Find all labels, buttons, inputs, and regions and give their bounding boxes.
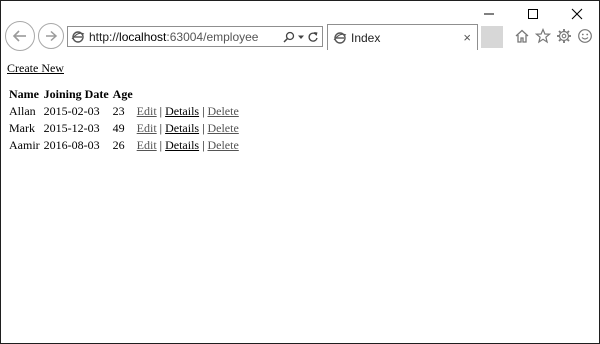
- smiley-icon: [577, 28, 592, 43]
- close-icon: [571, 8, 583, 20]
- maximize-icon: [528, 9, 538, 19]
- browser-chrome: http://localhost:63004/employee Index ×: [1, 1, 599, 53]
- back-arrow-icon: [12, 30, 26, 42]
- refresh-button[interactable]: [307, 31, 319, 43]
- url-path: :63004/employee: [166, 29, 259, 44]
- maximize-button[interactable]: [511, 1, 555, 27]
- details-link[interactable]: Details: [165, 104, 199, 118]
- page-content: Create New Name Joining Date Age Allan 2…: [1, 53, 599, 343]
- forward-arrow-icon: [46, 30, 58, 42]
- ie-page-icon: [71, 30, 85, 43]
- address-url[interactable]: http://localhost:63004/employee: [89, 30, 258, 44]
- table-row: Aamir 2016-08-03 26 Edit | Details | Del…: [7, 137, 241, 154]
- minimize-icon: [484, 13, 494, 15]
- search-button[interactable]: [283, 31, 295, 43]
- tab-close-button[interactable]: ×: [463, 31, 471, 44]
- link-separator: |: [159, 121, 163, 135]
- chevron-down-icon: [298, 35, 304, 39]
- column-header-age: Age: [112, 87, 133, 101]
- browser-toolbar: [513, 27, 593, 44]
- close-window-button[interactable]: [555, 1, 599, 27]
- cell-age: 23: [112, 104, 125, 118]
- cell-name: Mark: [9, 121, 35, 135]
- column-header-name: Name: [9, 87, 39, 101]
- cell-actions: Edit | Details | Delete: [135, 103, 241, 120]
- feedback-button[interactable]: [576, 27, 593, 44]
- table-header-row: Name Joining Date Age: [7, 86, 241, 103]
- column-header-actions: [135, 86, 241, 103]
- employee-table: Name Joining Date Age Allan 2015-02-03 2…: [7, 86, 241, 154]
- link-separator: |: [159, 104, 163, 118]
- settings-button[interactable]: [555, 27, 572, 44]
- delete-link[interactable]: Delete: [207, 104, 238, 118]
- table-row: Allan 2015-02-03 23 Edit | Details | Del…: [7, 103, 241, 120]
- edit-link[interactable]: Edit: [137, 121, 157, 135]
- star-icon: [534, 27, 551, 43]
- cell-actions: Edit | Details | Delete: [135, 120, 241, 137]
- cell-age: 26: [112, 138, 125, 152]
- tab-index[interactable]: Index ×: [327, 24, 478, 50]
- address-actions: [283, 31, 322, 43]
- delete-link[interactable]: Delete: [207, 138, 238, 152]
- search-icon: [283, 31, 295, 43]
- cell-actions: Edit | Details | Delete: [135, 137, 241, 154]
- back-button[interactable]: [5, 21, 35, 51]
- create-new-link[interactable]: Create New: [7, 61, 64, 76]
- home-icon: [515, 29, 528, 43]
- cell-name: Allan: [9, 104, 36, 118]
- details-link[interactable]: Details: [165, 121, 199, 135]
- details-link[interactable]: Details: [165, 138, 199, 152]
- delete-link[interactable]: Delete: [207, 121, 238, 135]
- gear-icon: [556, 28, 571, 43]
- link-separator: |: [202, 121, 205, 135]
- url-host: localhost: [119, 29, 167, 44]
- forward-button[interactable]: [38, 23, 64, 49]
- cell-joining-date: 2015-12-03: [43, 121, 100, 135]
- link-separator: |: [202, 138, 205, 152]
- home-button[interactable]: [513, 27, 530, 44]
- link-separator: |: [202, 104, 205, 118]
- edit-link[interactable]: Edit: [137, 104, 157, 118]
- ie-page-icon: [333, 31, 347, 44]
- search-dropdown-button[interactable]: [297, 33, 305, 41]
- address-bar[interactable]: http://localhost:63004/employee: [67, 26, 323, 47]
- favorites-button[interactable]: [534, 27, 551, 44]
- tab-title: Index: [351, 30, 381, 45]
- window-controls: [467, 1, 599, 27]
- cell-joining-date: 2016-08-03: [43, 138, 100, 152]
- cell-name: Aamir: [9, 138, 40, 152]
- table-row: Mark 2015-12-03 49 Edit | Details | Dele…: [7, 120, 241, 137]
- edit-link[interactable]: Edit: [137, 138, 157, 152]
- column-header-joining-date: Joining Date: [43, 87, 109, 101]
- new-tab-button[interactable]: [481, 26, 503, 48]
- cell-age: 49: [112, 121, 125, 135]
- refresh-icon: [308, 31, 318, 42]
- url-prefix: http://: [89, 29, 120, 44]
- browser-window: http://localhost:63004/employee Index × …: [0, 0, 600, 344]
- link-separator: |: [159, 138, 163, 152]
- cell-joining-date: 2015-02-03: [43, 104, 100, 118]
